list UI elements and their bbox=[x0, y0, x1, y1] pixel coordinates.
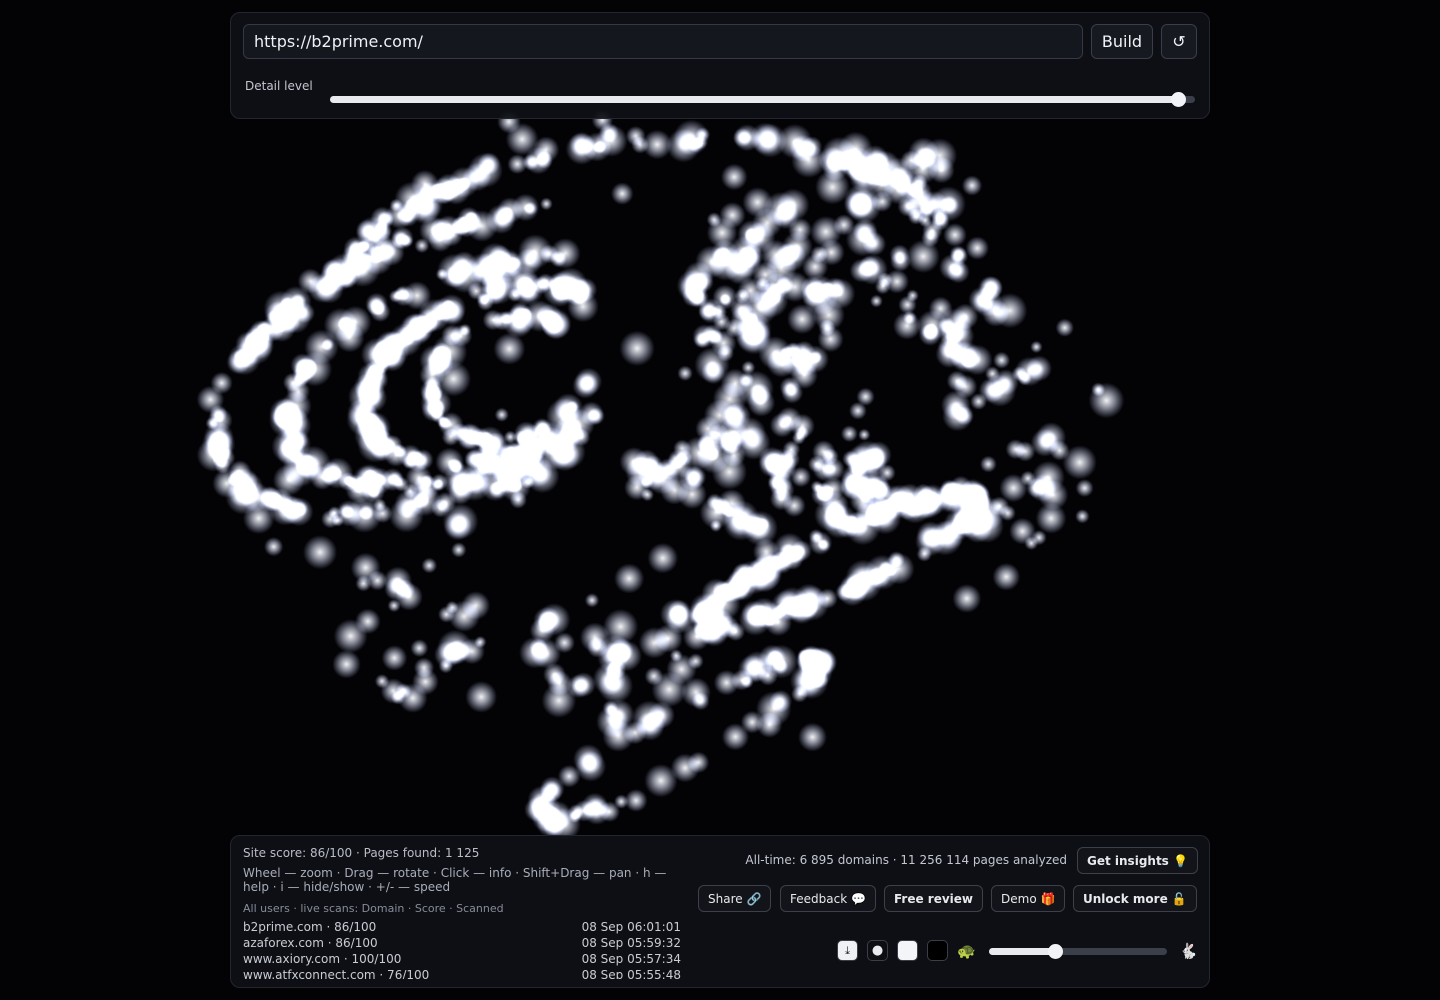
feedback-button[interactable]: Feedback 💬 bbox=[780, 885, 876, 912]
feed-time: 08 Sep 06:01:01 bbox=[581, 920, 681, 934]
detail-level-fill bbox=[330, 96, 1178, 103]
list-item[interactable]: www.atfxconnect.com · 76/100 08 Sep 05:5… bbox=[243, 967, 681, 979]
dark-theme-swatch[interactable] bbox=[927, 940, 948, 961]
all-time-stats: All-time: 6 895 domains · 11 256 114 pag… bbox=[745, 853, 1067, 867]
reload-button[interactable]: ↺ bbox=[1161, 24, 1197, 59]
site-score-status: Site score: 86/100 · Pages found: 1 125 bbox=[243, 846, 480, 860]
get-insights-button[interactable]: Get insights 💡 bbox=[1077, 847, 1198, 874]
feed-domain: www.axiory.com · 100/100 bbox=[243, 952, 402, 966]
node-style-dot-icon[interactable]: ● bbox=[867, 940, 888, 961]
top-control-panel: Build ↺ Detail level bbox=[230, 12, 1210, 119]
live-scans-list: b2prime.com · 86/100 08 Sep 06:01:01 aza… bbox=[243, 919, 681, 979]
list-item[interactable]: b2prime.com · 86/100 08 Sep 06:01:01 bbox=[243, 919, 681, 935]
live-scans-header: All users · live scans: Domain · Score ·… bbox=[243, 902, 504, 915]
free-review-button[interactable]: Free review bbox=[884, 885, 984, 912]
speed-thumb[interactable] bbox=[1047, 944, 1063, 959]
feed-domain: www.atfxconnect.com · 76/100 bbox=[243, 968, 430, 979]
reload-icon: ↺ bbox=[1172, 32, 1186, 51]
fast-rabbit-icon: 🐇 bbox=[1179, 942, 1198, 960]
feed-time: 08 Sep 05:59:32 bbox=[581, 936, 681, 950]
light-theme-swatch[interactable] bbox=[897, 940, 918, 961]
url-input[interactable] bbox=[243, 24, 1083, 59]
build-button[interactable]: Build bbox=[1091, 24, 1153, 59]
speed-fill bbox=[989, 948, 1055, 955]
slow-turtle-icon: 🐢 bbox=[957, 942, 976, 960]
bottom-info-panel: Site score: 86/100 · Pages found: 1 125 … bbox=[230, 835, 1210, 988]
feed-time: 08 Sep 05:57:34 bbox=[581, 952, 681, 966]
demo-button[interactable]: Demo 🎁 bbox=[991, 885, 1066, 912]
feed-time: 08 Sep 05:55:48 bbox=[581, 968, 681, 979]
feed-domain: b2prime.com · 86/100 bbox=[243, 920, 377, 934]
detail-level-label: Detail level bbox=[245, 79, 313, 93]
feed-domain: azaforex.com · 86/100 bbox=[243, 936, 378, 950]
list-item[interactable]: www.axiory.com · 100/100 08 Sep 05:57:34 bbox=[243, 951, 681, 967]
share-button[interactable]: Share 🔗 bbox=[698, 885, 772, 912]
keyboard-help-text: Wheel — zoom · Drag — rotate · Click — i… bbox=[243, 866, 667, 894]
list-item[interactable]: azaforex.com · 86/100 08 Sep 05:59:32 bbox=[243, 935, 681, 951]
detail-level-thumb[interactable] bbox=[1170, 92, 1186, 107]
detail-level-slider[interactable] bbox=[330, 92, 1195, 107]
download-icon[interactable]: ⤓ bbox=[837, 940, 858, 961]
animation-speed-slider[interactable] bbox=[989, 944, 1167, 959]
unlock-more-button[interactable]: Unlock more 🔓 bbox=[1073, 885, 1197, 912]
